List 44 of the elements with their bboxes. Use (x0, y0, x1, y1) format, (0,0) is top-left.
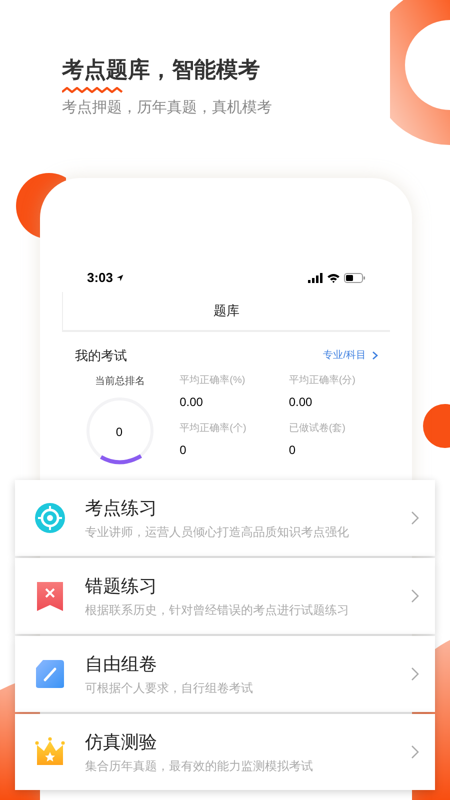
stat-value: 0.00 (180, 394, 204, 410)
nav-title: 题库 (214, 302, 240, 320)
feature-description: 可根据个人要求，自行组卷考试 (85, 680, 254, 696)
headline: 考点题库，智能模考 (62, 56, 261, 84)
stat-value: 0.00 (288, 394, 314, 410)
feature-card[interactable]: 考点练习 专业讲师，运营人员倾心打造高品质知识考点强化 (15, 480, 435, 556)
feature-description: 集合历年真题，最有效的能力监测模拟考试 (85, 758, 314, 774)
location-icon (116, 274, 124, 282)
stat-label: 平均正确率(分) (288, 374, 356, 388)
signal-icon (308, 273, 323, 283)
rank-label: 当前总排名 (94, 374, 145, 388)
section-title: 我的考试 (75, 347, 127, 365)
subheadline: 考点押题，历年真题，真机模考 (62, 98, 273, 118)
feature-card[interactable]: 错题练习 根据联系历史，针对曾经错误的考点进行试题练习 (15, 558, 435, 634)
feature-description: 专业讲师，运营人员倾心打造高品质知识考点强化 (85, 524, 350, 540)
chevron-icon (411, 667, 419, 681)
chevron-icon (411, 589, 419, 603)
feature-title: 错题练习 (85, 575, 158, 598)
progress-ring (84, 396, 155, 466)
chevron-icon (411, 511, 419, 525)
circle-decoration (423, 404, 450, 448)
document-pencil-icon (35, 659, 65, 689)
bookmark-icon (35, 581, 65, 611)
stat-value: 0 (180, 442, 188, 458)
stat-label: 已做试卷(套) (288, 422, 346, 436)
stat-value: 0 (288, 442, 296, 458)
target-icon (35, 503, 65, 533)
battery-icon (344, 273, 365, 283)
stat-label: 平均正确率(%) (180, 374, 246, 388)
wifi-icon (327, 273, 340, 283)
chevron-icon (411, 745, 419, 759)
feature-title: 仿真测验 (85, 731, 158, 754)
rank-value: 0 (116, 424, 122, 440)
feature-title: 考点练习 (85, 497, 158, 520)
feature-description: 根据联系历史，针对曾经错误的考点进行试题练习 (85, 602, 350, 618)
stat-label: 平均正确率(个) (180, 422, 248, 436)
feature-card[interactable]: 自由组卷 可根据个人要求，自行组卷考试 (15, 636, 435, 712)
subject-link[interactable]: 专业/科目 (323, 348, 378, 364)
feature-card[interactable]: 仿真测验 集合历年真题，最有效的能力监测模拟考试 (15, 714, 435, 790)
chevron-icon (372, 351, 378, 360)
status-time: 3:03 (87, 269, 114, 288)
crown-icon (35, 737, 65, 767)
feature-title: 自由组卷 (85, 653, 158, 676)
wavy-underline (62, 87, 124, 93)
